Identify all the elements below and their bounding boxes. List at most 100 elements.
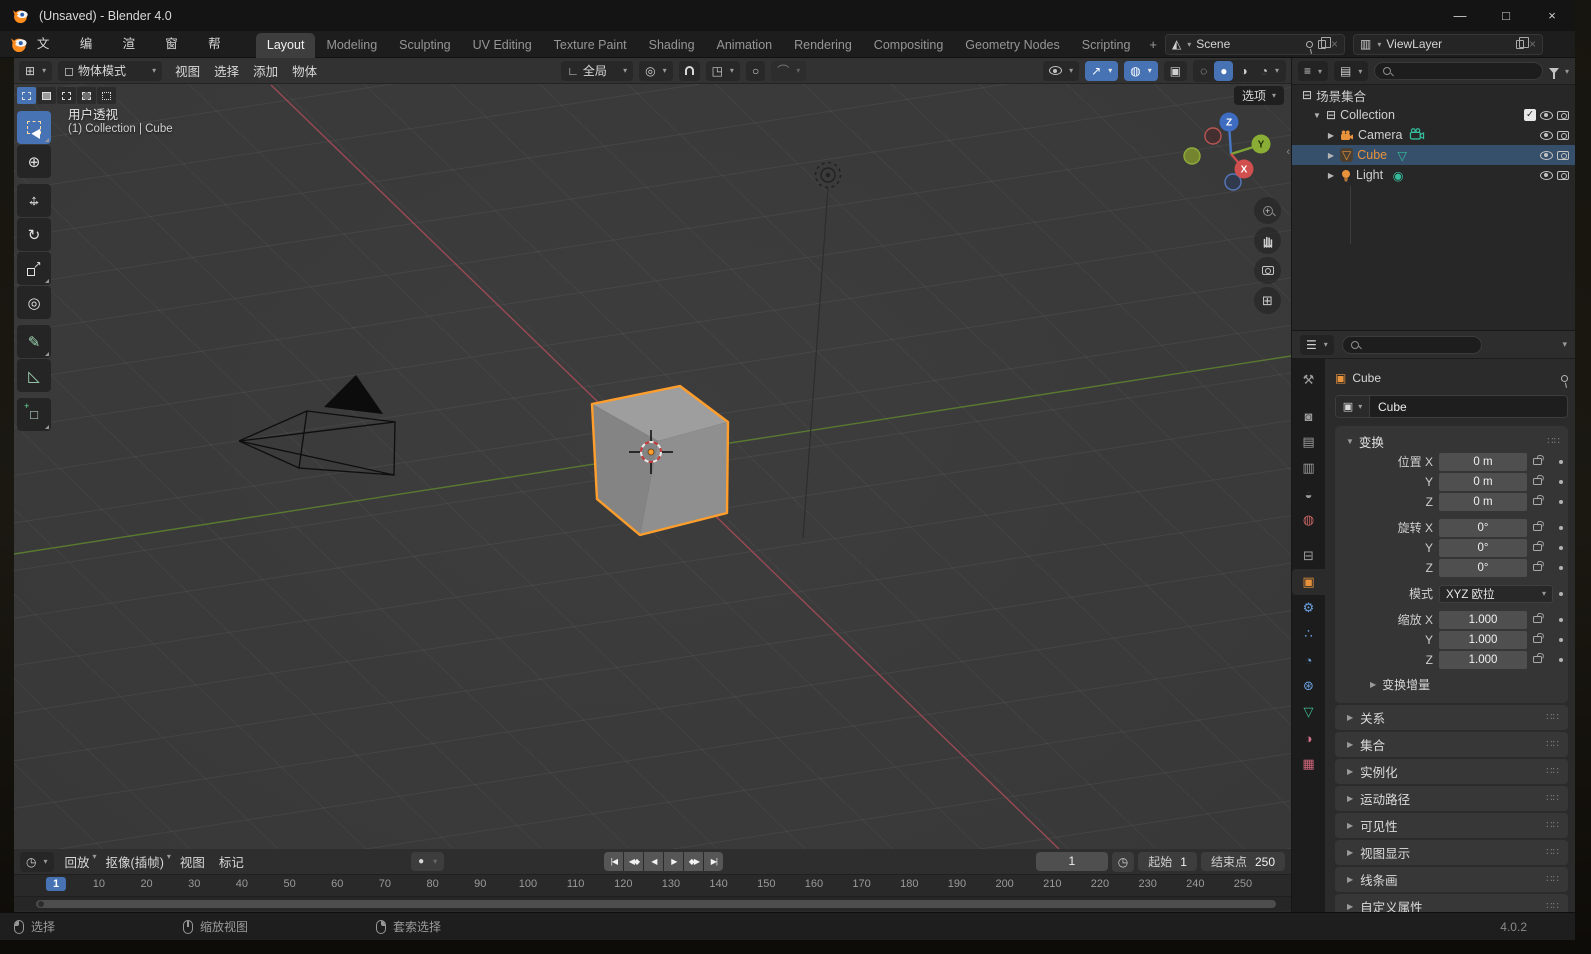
animate-dot[interactable] <box>1559 617 1563 622</box>
proportional-edit-toggle[interactable]: ○ <box>745 60 766 81</box>
shading-wireframe-button[interactable]: ◌ <box>1194 61 1213 81</box>
add-workspace-button[interactable]: + <box>1141 37 1165 52</box>
panel-grip-icon[interactable]: ∷∷ <box>1546 712 1559 723</box>
pan-view-button[interactable] <box>1254 227 1281 254</box>
cursor-tool[interactable]: ⊕ <box>17 145 51 178</box>
viewport-canvas[interactable]: 用户透视 (1) Collection | Cube ⊕ ↔ ↕ ↻ ↗ ◎ ✎ … <box>14 84 1291 849</box>
properties-search-input[interactable] <box>1341 335 1482 354</box>
expand-icon[interactable]: ▶ <box>1326 131 1336 140</box>
camera-object[interactable] <box>238 375 396 476</box>
ruler-frame-label[interactable]: 150 <box>757 878 775 890</box>
light-object[interactable] <box>814 161 842 189</box>
rot-z-field[interactable]: 0° <box>1439 558 1527 577</box>
select-box-button[interactable] <box>37 87 56 104</box>
shading-rendered-button[interactable]: ◔ ▾ <box>1255 61 1285 81</box>
ruler-frame-label[interactable]: 140 <box>709 878 727 890</box>
transform-tool[interactable]: ◎ <box>17 286 51 319</box>
chevron-down-icon[interactable]: ▾ <box>1562 339 1567 350</box>
outliner-row-cube[interactable]: ▶ ▽ Cube ▽ <box>1292 145 1575 165</box>
animate-dot[interactable] <box>1559 591 1563 596</box>
lock-icon[interactable] <box>1533 656 1542 663</box>
lock-icon[interactable] <box>1533 524 1542 531</box>
viewlayer-name[interactable]: ViewLayer <box>1386 37 1511 51</box>
collection-row[interactable]: ▼ ⊟ Collection ✓ <box>1292 105 1575 125</box>
unlink-scene-icon[interactable]: × <box>1331 37 1338 51</box>
remove-viewlayer-icon[interactable]: × <box>1529 37 1536 51</box>
workspace-tab[interactable]: Rendering <box>783 33 863 58</box>
panel-grip-icon[interactable]: ∷∷ <box>1546 793 1559 804</box>
lock-icon[interactable] <box>1533 544 1542 551</box>
lock-icon[interactable] <box>1533 458 1542 465</box>
ruler-frame-label[interactable]: 90 <box>474 878 486 890</box>
tab-texture[interactable]: ▦ <box>1292 751 1325 777</box>
cube-object[interactable] <box>590 384 730 537</box>
timeline-editor-type-button[interactable]: ◷ ▾ <box>20 851 54 872</box>
prev-keyframe-button[interactable]: ◀◆ <box>624 852 644 871</box>
panel-grip-icon[interactable]: ∷∷ <box>1546 739 1559 750</box>
lock-icon[interactable] <box>1533 636 1542 643</box>
camera-data-icon[interactable] <box>1409 127 1425 140</box>
animate-dot[interactable] <box>1559 479 1563 484</box>
collapsed-panel[interactable]: ▶ 关系 ∷∷ <box>1335 705 1568 730</box>
ruler-frame-label[interactable]: 200 <box>995 878 1013 890</box>
marker-menu[interactable]: 标记 <box>212 852 251 871</box>
animate-dot[interactable] <box>1559 459 1563 464</box>
outliner-editor-type-button[interactable]: ≡ ▾ <box>1298 61 1329 81</box>
panel-grip-icon[interactable]: ∷∷ <box>1546 766 1559 777</box>
scale-x-field[interactable]: 1.000 <box>1439 610 1527 629</box>
collapsed-panel[interactable]: ▶ 自定义属性 ∷∷ <box>1335 894 1568 912</box>
editor-type-button[interactable]: ⊞ ▾ <box>19 60 53 81</box>
workspace-tab[interactable]: Compositing <box>863 33 954 58</box>
select-tweak-button[interactable] <box>17 87 36 104</box>
ruler-frame-label[interactable]: 80 <box>426 878 438 890</box>
delta-transform-panel[interactable]: ▶ 变换增量 <box>1341 673 1562 695</box>
show-object-types-button[interactable]: ▾ <box>1043 60 1080 81</box>
viewport-options-button[interactable]: 选项 ▾ <box>1233 86 1284 105</box>
workspace-tab[interactable]: Sculpting <box>388 33 461 58</box>
maximize-button[interactable]: □ <box>1483 0 1529 31</box>
tab-world[interactable]: ◍ <box>1292 507 1325 533</box>
annotate-tool[interactable]: ✎ <box>17 325 51 358</box>
properties-editor-type-button[interactable]: ☰ ▾ <box>1300 334 1334 355</box>
ruler-frame-label[interactable]: 30 <box>188 878 200 890</box>
panel-grip-icon[interactable]: ∷∷ <box>1547 436 1560 447</box>
ruler-frame-label[interactable]: 210 <box>1043 878 1061 890</box>
scale-tool[interactable]: ↗ <box>17 252 51 285</box>
ruler-frame-label[interactable]: 220 <box>1091 878 1109 890</box>
add-cube-tool[interactable]: □ + <box>17 398 51 431</box>
workspace-tab[interactable]: Layout <box>255 32 316 58</box>
tab-collection[interactable]: ⊟ <box>1292 543 1325 569</box>
snap-toggle[interactable] <box>678 60 700 81</box>
viewport-menu-item[interactable]: 视图 <box>168 61 207 80</box>
viewport-menu-item[interactable]: 添加 <box>246 61 285 80</box>
collapsed-panel[interactable]: ▶ 视图显示 ∷∷ <box>1335 840 1568 865</box>
timeline-ruler[interactable]: 1 10 20 30 40 50 60 70 80 90 100 110 120 130 140 150 16… <box>14 875 1291 897</box>
scrollbar-knob[interactable] <box>38 901 44 907</box>
panel-grip-icon[interactable]: ∷∷ <box>1546 874 1559 885</box>
tab-output[interactable]: ▤ <box>1292 429 1325 455</box>
workspace-tab[interactable]: Shading <box>638 33 706 58</box>
render-visibility-icon[interactable] <box>1557 170 1569 180</box>
overlays-toggle[interactable]: ◍ ▾ <box>1124 60 1158 81</box>
tab-modifiers[interactable]: ⚙ <box>1292 595 1325 621</box>
shading-material-button[interactable]: ◑ <box>1234 61 1253 81</box>
collection-checkbox[interactable]: ✓ <box>1524 109 1536 121</box>
transform-panel-header[interactable]: ▼ 变换 ∷∷ <box>1341 430 1562 452</box>
ruler-frame-label[interactable]: 20 <box>140 878 152 890</box>
playhead-current-frame[interactable]: 1 <box>45 877 67 891</box>
viewlayer-browse-button[interactable]: ▥ ▾ <box>1360 37 1381 51</box>
ruler-frame-label[interactable]: 250 <box>1234 878 1252 890</box>
scene-browse-button[interactable]: ◭ ▾ <box>1172 37 1191 51</box>
workspace-tab[interactable]: Modeling <box>315 33 388 58</box>
scene-name[interactable]: Scene <box>1196 37 1301 51</box>
loc-x-field[interactable]: 0 m <box>1439 452 1527 471</box>
animate-dot[interactable] <box>1559 657 1563 662</box>
select-box-tool[interactable] <box>17 111 51 144</box>
animate-dot[interactable] <box>1559 525 1563 530</box>
navigation-gizmo[interactable]: Z Y X <box>1181 106 1277 194</box>
lock-icon[interactable] <box>1533 498 1542 505</box>
ruler-frame-label[interactable]: 190 <box>948 878 966 890</box>
scale-z-field[interactable]: 1.000 <box>1439 650 1527 669</box>
outliner-row-camera[interactable]: ▶ Camera <box>1292 125 1575 145</box>
camera-view-button[interactable] <box>1254 257 1281 284</box>
